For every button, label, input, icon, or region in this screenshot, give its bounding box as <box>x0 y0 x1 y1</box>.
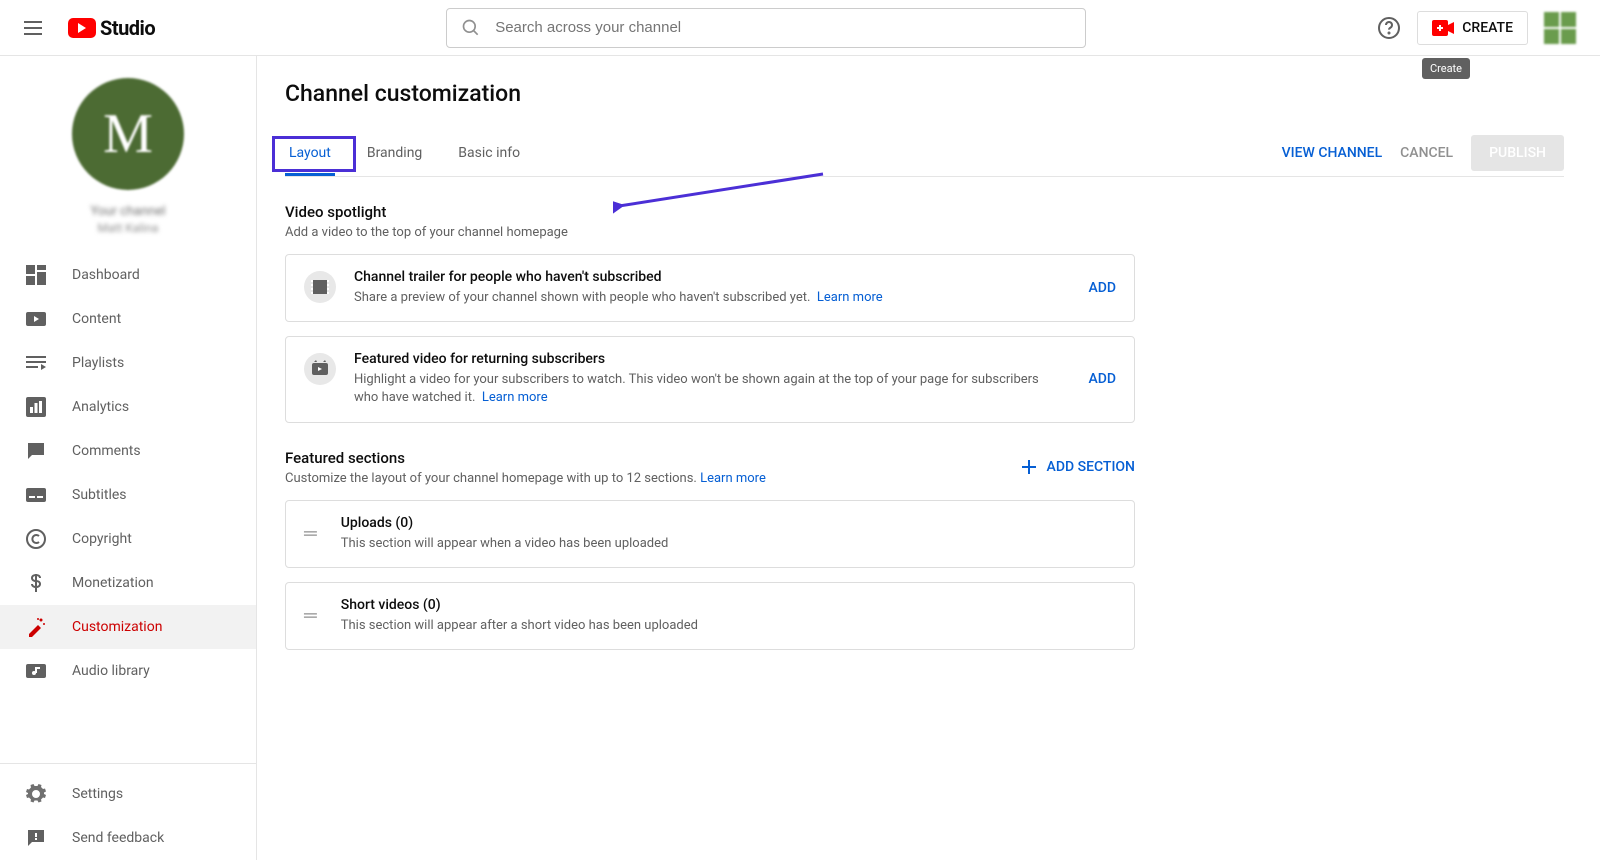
add-button[interactable]: ADD <box>1088 280 1116 296</box>
publish-button: PUBLISH <box>1471 135 1564 171</box>
nav-label: Dashboard <box>72 267 140 283</box>
add-button[interactable]: ADD <box>1088 371 1116 387</box>
drag-handle-icon[interactable]: ═ <box>304 605 317 626</box>
learn-more-link[interactable]: Learn more <box>482 390 548 405</box>
sidebar-item-analytics[interactable]: Analytics <box>0 385 256 429</box>
feedback-icon <box>24 826 48 850</box>
card-title: Channel trailer for people who haven't s… <box>354 269 1060 285</box>
view-channel-button[interactable]: VIEW CHANNEL <box>1282 145 1383 161</box>
nav-label: Copyright <box>72 531 132 547</box>
channel-avatar[interactable]: M <box>72 78 184 190</box>
featured-title: Featured sections <box>285 449 766 467</box>
help-icon[interactable] <box>1377 16 1401 40</box>
spotlight-title: Video spotlight <box>285 203 1135 221</box>
sidebar-item-audio-library[interactable]: Audio library <box>0 649 256 693</box>
learn-more-link[interactable]: Learn more <box>817 290 883 305</box>
monetization-icon <box>24 571 48 595</box>
create-label: CREATE <box>1462 20 1513 36</box>
plus-icon <box>1019 457 1039 477</box>
video-spotlight-section: Video spotlight Add a video to the top o… <box>285 203 1135 423</box>
nav-bottom: Settings Send feedback <box>0 763 256 860</box>
sidebar: M Your channel Matt Kalina Dashboard Con… <box>0 56 256 860</box>
content-icon <box>24 307 48 331</box>
audio-library-icon <box>24 659 48 683</box>
nav-label: Monetization <box>72 575 154 591</box>
gear-icon <box>24 782 48 806</box>
youtube-logo-icon <box>68 18 96 38</box>
nav-label: Analytics <box>72 399 129 415</box>
featured-card-uploads: ═ Uploads (0) This section will appear w… <box>285 500 1135 568</box>
card-sub: This section will appear when a video ha… <box>341 535 1116 553</box>
copyright-icon <box>24 527 48 551</box>
nav: Dashboard Content Playlists Analytics Co… <box>0 253 256 693</box>
sidebar-item-copyright[interactable]: Copyright <box>0 517 256 561</box>
subtitles-icon <box>24 483 48 507</box>
page-title: Channel customization <box>285 80 1564 107</box>
search-box[interactable] <box>446 8 1086 48</box>
tab-branding[interactable]: Branding <box>363 131 426 175</box>
nav-label: Audio library <box>72 663 150 679</box>
playlists-icon <box>24 351 48 375</box>
featured-sections: Featured sections Customize the layout o… <box>285 449 1135 650</box>
sidebar-item-comments[interactable]: Comments <box>0 429 256 473</box>
card-sub: Highlight a video for your subscribers t… <box>354 371 1060 407</box>
create-button[interactable]: CREATE <box>1417 11 1528 45</box>
nav-label: Settings <box>72 786 123 802</box>
featured-video-icon <box>304 353 336 385</box>
spotlight-card-featured: Featured video for returning subscribers… <box>285 336 1135 422</box>
featured-card-shorts: ═ Short videos (0) This section will app… <box>285 582 1135 650</box>
tab-row: Layout Branding Basic info VIEW CHANNEL … <box>285 129 1564 177</box>
logo-text: Studio <box>100 16 155 40</box>
sidebar-item-subtitles[interactable]: Subtitles <box>0 473 256 517</box>
account-avatar[interactable] <box>1544 12 1576 44</box>
header: Studio CREATE Create <box>0 0 1600 56</box>
nav-label: Playlists <box>72 355 124 371</box>
card-title: Uploads (0) <box>341 515 1116 531</box>
add-section-button[interactable]: ADD SECTION <box>1019 457 1135 477</box>
main: Channel customization Layout Branding Ba… <box>256 56 1600 860</box>
channel-name: Matt Kalina <box>98 221 159 235</box>
sidebar-item-feedback[interactable]: Send feedback <box>0 816 256 860</box>
channel-block: M Your channel Matt Kalina <box>0 56 256 253</box>
card-title: Featured video for returning subscribers <box>354 351 1060 367</box>
nav-label: Subtitles <box>72 487 127 503</box>
comments-icon <box>24 439 48 463</box>
learn-more-link[interactable]: Learn more <box>700 471 766 486</box>
sidebar-item-playlists[interactable]: Playlists <box>0 341 256 385</box>
tab-layout[interactable]: Layout <box>285 131 335 175</box>
tab-basic-info[interactable]: Basic info <box>454 131 524 175</box>
sidebar-item-monetization[interactable]: Monetization <box>0 561 256 605</box>
logo[interactable]: Studio <box>68 16 155 40</box>
customization-icon <box>24 615 48 639</box>
card-title: Short videos (0) <box>341 597 1116 613</box>
search-input[interactable] <box>495 19 1071 36</box>
sidebar-item-content[interactable]: Content <box>0 297 256 341</box>
add-section-label: ADD SECTION <box>1047 459 1135 475</box>
analytics-icon <box>24 395 48 419</box>
search-icon <box>461 18 481 38</box>
featured-sub: Customize the layout of your channel hom… <box>285 471 766 486</box>
spotlight-sub: Add a video to the top of your channel h… <box>285 225 1135 240</box>
sidebar-item-settings[interactable]: Settings <box>0 772 256 816</box>
card-sub: This section will appear after a short v… <box>341 617 1116 635</box>
nav-label: Comments <box>72 443 141 459</box>
channel-label: Your channel <box>90 204 165 219</box>
create-icon <box>1432 20 1454 36</box>
dashboard-icon <box>24 263 48 287</box>
film-icon <box>304 271 336 303</box>
card-sub: Share a preview of your channel shown wi… <box>354 289 1060 307</box>
cancel-button[interactable]: CANCEL <box>1400 145 1453 161</box>
menu-icon[interactable] <box>24 16 48 40</box>
nav-label: Send feedback <box>72 830 164 846</box>
spotlight-card-trailer: Channel trailer for people who haven't s… <box>285 254 1135 322</box>
nav-label: Content <box>72 311 121 327</box>
sidebar-item-customization[interactable]: Customization <box>0 605 256 649</box>
drag-handle-icon[interactable]: ═ <box>304 523 317 544</box>
nav-label: Customization <box>72 619 162 635</box>
sidebar-item-dashboard[interactable]: Dashboard <box>0 253 256 297</box>
